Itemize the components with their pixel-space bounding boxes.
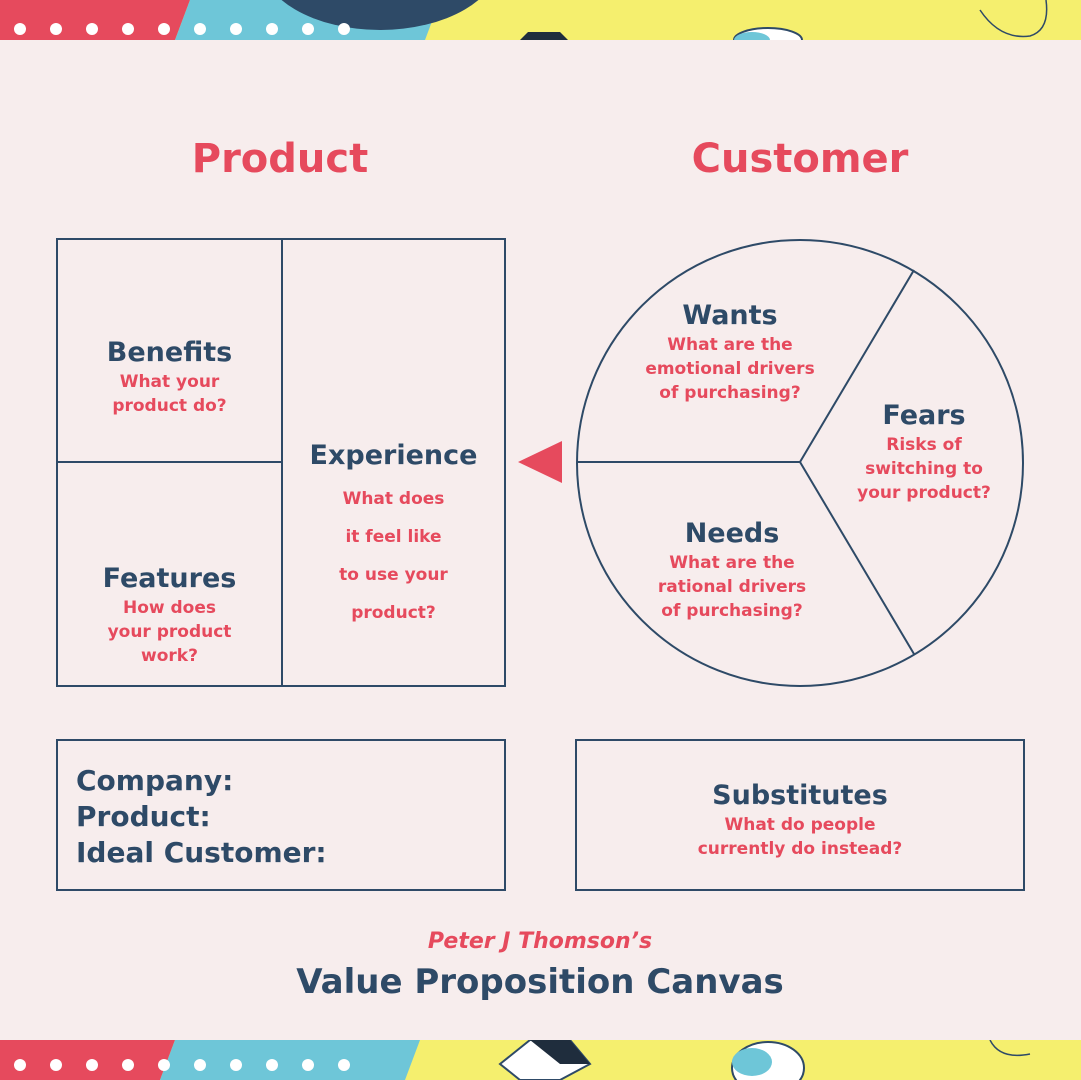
benefits-question-line: product do? — [112, 396, 227, 416]
benefits-cell: Benefits What your product do? — [58, 336, 281, 418]
product-grid: Benefits What your product do? Features … — [56, 238, 506, 687]
needs-question-line: of purchasing? — [661, 601, 803, 621]
fears-title: Fears — [882, 400, 966, 431]
features-question-line: How does — [122, 598, 217, 618]
experience-question-line: product? — [351, 603, 436, 623]
experience-cell: Experience What does it feel like to use… — [283, 439, 504, 625]
features-title: Features — [102, 563, 237, 594]
fears-question-line: your product? — [857, 483, 991, 503]
footer-author: Peter J Thomson’s — [427, 929, 653, 954]
needs-question-line: What are the — [669, 553, 795, 573]
bottom-decorative-band — [0, 1040, 1081, 1080]
fears-segment: Fears Risks of switching to your product… — [840, 399, 1008, 505]
wants-question-line: What are the — [667, 335, 793, 355]
fears-question-line: switching to — [865, 459, 983, 479]
fears-question-line: Risks of — [886, 435, 962, 455]
wants-segment: Wants What are the emotional drivers of … — [630, 299, 830, 405]
needs-question-line: rational drivers — [657, 577, 807, 597]
experience-question-line: it feel like — [345, 527, 442, 547]
substitutes-question-line: currently do instead? — [697, 839, 903, 859]
product-label: Product: — [76, 800, 211, 833]
wants-title: Wants — [682, 300, 778, 331]
experience-question-line: to use your — [339, 565, 448, 585]
wants-question-line: emotional drivers — [645, 359, 815, 379]
substitutes-question-line: What do people — [724, 815, 876, 835]
details-box: Company: Product: Ideal Customer: — [56, 739, 506, 891]
company-label: Company: — [76, 764, 234, 797]
arrow-left-icon — [518, 441, 562, 483]
substitutes-cell: Substitutes What do people currently do … — [577, 779, 1023, 861]
substitutes-box: Substitutes What do people currently do … — [575, 739, 1025, 891]
experience-title: Experience — [309, 440, 478, 471]
needs-segment: Needs What are the rational drivers of p… — [642, 517, 822, 623]
benefits-question-line: What your — [119, 372, 220, 392]
features-question-line: your product — [107, 622, 232, 642]
ideal-customer-label: Ideal Customer: — [76, 836, 327, 869]
top-decorative-band — [0, 0, 1081, 40]
wants-question-line: of purchasing? — [659, 383, 801, 403]
product-heading: Product — [191, 136, 369, 182]
experience-question-line: What does — [342, 489, 445, 509]
substitutes-title: Substitutes — [712, 780, 888, 811]
footer-title: Value Proposition Canvas — [296, 962, 784, 1002]
benefits-title: Benefits — [106, 337, 233, 368]
needs-title: Needs — [684, 518, 780, 549]
features-cell: Features How does your product work? — [58, 562, 281, 668]
customer-heading: Customer — [691, 136, 909, 182]
grid-horizontal-divider — [58, 461, 281, 463]
features-question-line: work? — [141, 646, 198, 666]
